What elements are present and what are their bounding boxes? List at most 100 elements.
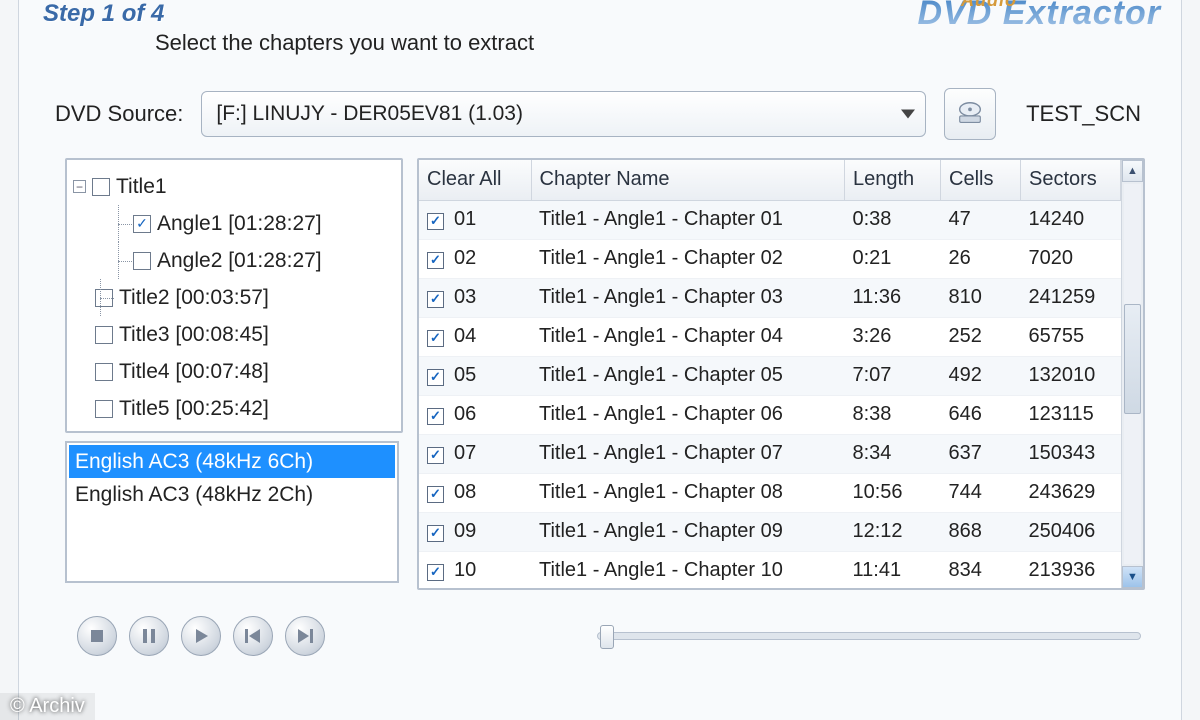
table-row[interactable]: ✓08Title1 - Angle1 - Chapter 0810:567442… [419,473,1121,512]
step-label: Step 1 of 4 [37,0,534,28]
dvd-source-value: [F:] LINUJY - DER05EV81 (1.03) [216,102,523,126]
app-brand: Audio DVD Extractor [917,0,1167,29]
audio-track-item[interactable]: English AC3 (48kHz 2Ch) [69,478,395,511]
stop-button[interactable] [77,616,117,656]
table-row[interactable]: ✓02Title1 - Angle1 - Chapter 020:2126702… [419,239,1121,278]
cell-length: 10:56 [845,473,941,512]
table-row[interactable]: ✓03Title1 - Angle1 - Chapter 0311:368102… [419,278,1121,317]
seek-thumb[interactable] [600,625,614,649]
cell-chapter-name: Title1 - Angle1 - Chapter 06 [531,395,845,434]
table-row[interactable]: ✓07Title1 - Angle1 - Chapter 078:3463715… [419,434,1121,473]
dvd-source-select[interactable]: [F:] LINUJY - DER05EV81 (1.03) [201,91,926,137]
cell-length: 12:12 [845,512,941,551]
left-column: − Title1 ✓ Angle1 [01:28:27] Angle2 [01:… [65,158,403,612]
table-row[interactable]: ✓09Title1 - Angle1 - Chapter 0912:128682… [419,512,1121,551]
column-sectors[interactable]: Sectors [1021,160,1121,200]
step-block: Step 1 of 4 Select the chapters you want… [37,0,534,56]
cell-cells: 637 [941,434,1021,473]
checkbox[interactable] [95,363,113,381]
row-checkbox[interactable]: ✓ [427,408,444,425]
dvd-source-label: DVD Source: [55,101,183,127]
skip-forward-icon [296,628,314,644]
scroll-thumb[interactable] [1124,304,1141,414]
row-checkbox[interactable]: ✓ [427,564,444,581]
table-row[interactable]: ✓06Title1 - Angle1 - Chapter 068:3864612… [419,395,1121,434]
table-row[interactable]: ✓05Title1 - Angle1 - Chapter 057:0749213… [419,356,1121,395]
row-checkbox[interactable]: ✓ [427,330,444,347]
cell-chapter-name: Title1 - Angle1 - Chapter 08 [531,473,845,512]
tree-label: Angle2 [01:28:27] [157,249,322,273]
cell-cells: 646 [941,395,1021,434]
audio-track-label: English AC3 (48kHz 6Ch) [75,450,313,474]
step-subtitle: Select the chapters you want to extract [37,30,534,56]
brand-main: DVD Extractor [917,0,1161,32]
seek-slider[interactable] [597,632,1141,640]
checkbox[interactable] [133,252,151,270]
checkbox[interactable] [92,178,110,196]
tree-node-title3[interactable]: Title3 [00:08:45] [73,316,395,353]
row-checkbox[interactable]: ✓ [427,525,444,542]
cell-cells: 868 [941,512,1021,551]
open-drive-button[interactable] [944,88,996,140]
checkbox[interactable] [95,326,113,344]
tree-node-title4[interactable]: Title4 [00:07:48] [73,353,395,390]
cell-chapter-name: Title1 - Angle1 - Chapter 10 [531,551,845,588]
vertical-scrollbar[interactable]: ▲ ▼ [1121,160,1143,588]
cell-chapter-name: Title1 - Angle1 - Chapter 07 [531,434,845,473]
row-checkbox[interactable]: ✓ [427,291,444,308]
audio-track-item[interactable]: English AC3 (48kHz 6Ch) [69,445,395,478]
title-tree[interactable]: − Title1 ✓ Angle1 [01:28:27] Angle2 [01:… [65,158,403,433]
tree-label: Title5 [00:25:42] [119,397,269,421]
dvd-source-row: DVD Source: [F:] LINUJY - DER05EV81 (1.0… [19,78,1181,158]
table-row[interactable]: ✓10Title1 - Angle1 - Chapter 1011:418342… [419,551,1121,588]
row-checkbox[interactable]: ✓ [427,447,444,464]
cell-cells: 252 [941,317,1021,356]
row-checkbox[interactable]: ✓ [427,213,444,230]
table-row[interactable]: ✓01Title1 - Angle1 - Chapter 010:3847142… [419,200,1121,239]
column-length[interactable]: Length [845,160,941,200]
chapter-table: Clear All Chapter Name Length Cells Sect… [417,158,1145,590]
tree-node-angle2[interactable]: Angle2 [01:28:27] [73,242,395,279]
row-checkbox[interactable]: ✓ [427,486,444,503]
header: Step 1 of 4 Select the chapters you want… [19,0,1181,78]
image-credit: © Archiv [0,693,95,720]
row-number: 08 [454,481,476,503]
column-cells[interactable]: Cells [941,160,1021,200]
pause-button[interactable] [129,616,169,656]
checkbox[interactable]: ✓ [133,215,151,233]
tree-label: Title3 [00:08:45] [119,323,269,347]
tree-node-title5[interactable]: Title5 [00:25:42] [73,390,395,427]
tree-node-title2[interactable]: Title2 [00:03:57] [73,279,395,316]
row-number: 01 [454,208,476,230]
next-button[interactable] [285,616,325,656]
cell-length: 8:34 [845,434,941,473]
tree-node-angle1[interactable]: ✓ Angle1 [01:28:27] [73,205,395,242]
app-window: Step 1 of 4 Select the chapters you want… [18,0,1182,720]
cell-chapter-name: Title1 - Angle1 - Chapter 09 [531,512,845,551]
row-checkbox[interactable]: ✓ [427,252,444,269]
play-button[interactable] [181,616,221,656]
table-row[interactable]: ✓04Title1 - Angle1 - Chapter 043:2625265… [419,317,1121,356]
audio-track-list[interactable]: English AC3 (48kHz 6Ch) English AC3 (48k… [65,441,399,583]
column-chapter-name[interactable]: Chapter Name [531,160,845,200]
checkbox[interactable] [95,400,113,418]
column-clear-all[interactable]: Clear All [419,160,531,200]
cell-cells: 26 [941,239,1021,278]
scroll-down-button[interactable]: ▼ [1122,566,1143,588]
prev-button[interactable] [233,616,273,656]
cell-length: 11:41 [845,551,941,588]
audio-track-label: English AC3 (48kHz 2Ch) [75,483,313,507]
row-number: 07 [454,442,476,464]
cell-cells: 492 [941,356,1021,395]
row-checkbox[interactable]: ✓ [427,369,444,386]
tree-collapse-icon[interactable]: − [73,180,86,193]
cell-length: 11:36 [845,278,941,317]
scroll-track[interactable] [1124,184,1141,564]
row-number: 03 [454,286,476,308]
tree-label: Angle1 [01:28:27] [157,212,322,236]
tree-label: Title4 [00:07:48] [119,360,269,384]
cell-chapter-name: Title1 - Angle1 - Chapter 03 [531,278,845,317]
tree-node-title1[interactable]: − Title1 [73,168,395,205]
scroll-up-button[interactable]: ▲ [1122,160,1143,182]
cell-length: 0:38 [845,200,941,239]
